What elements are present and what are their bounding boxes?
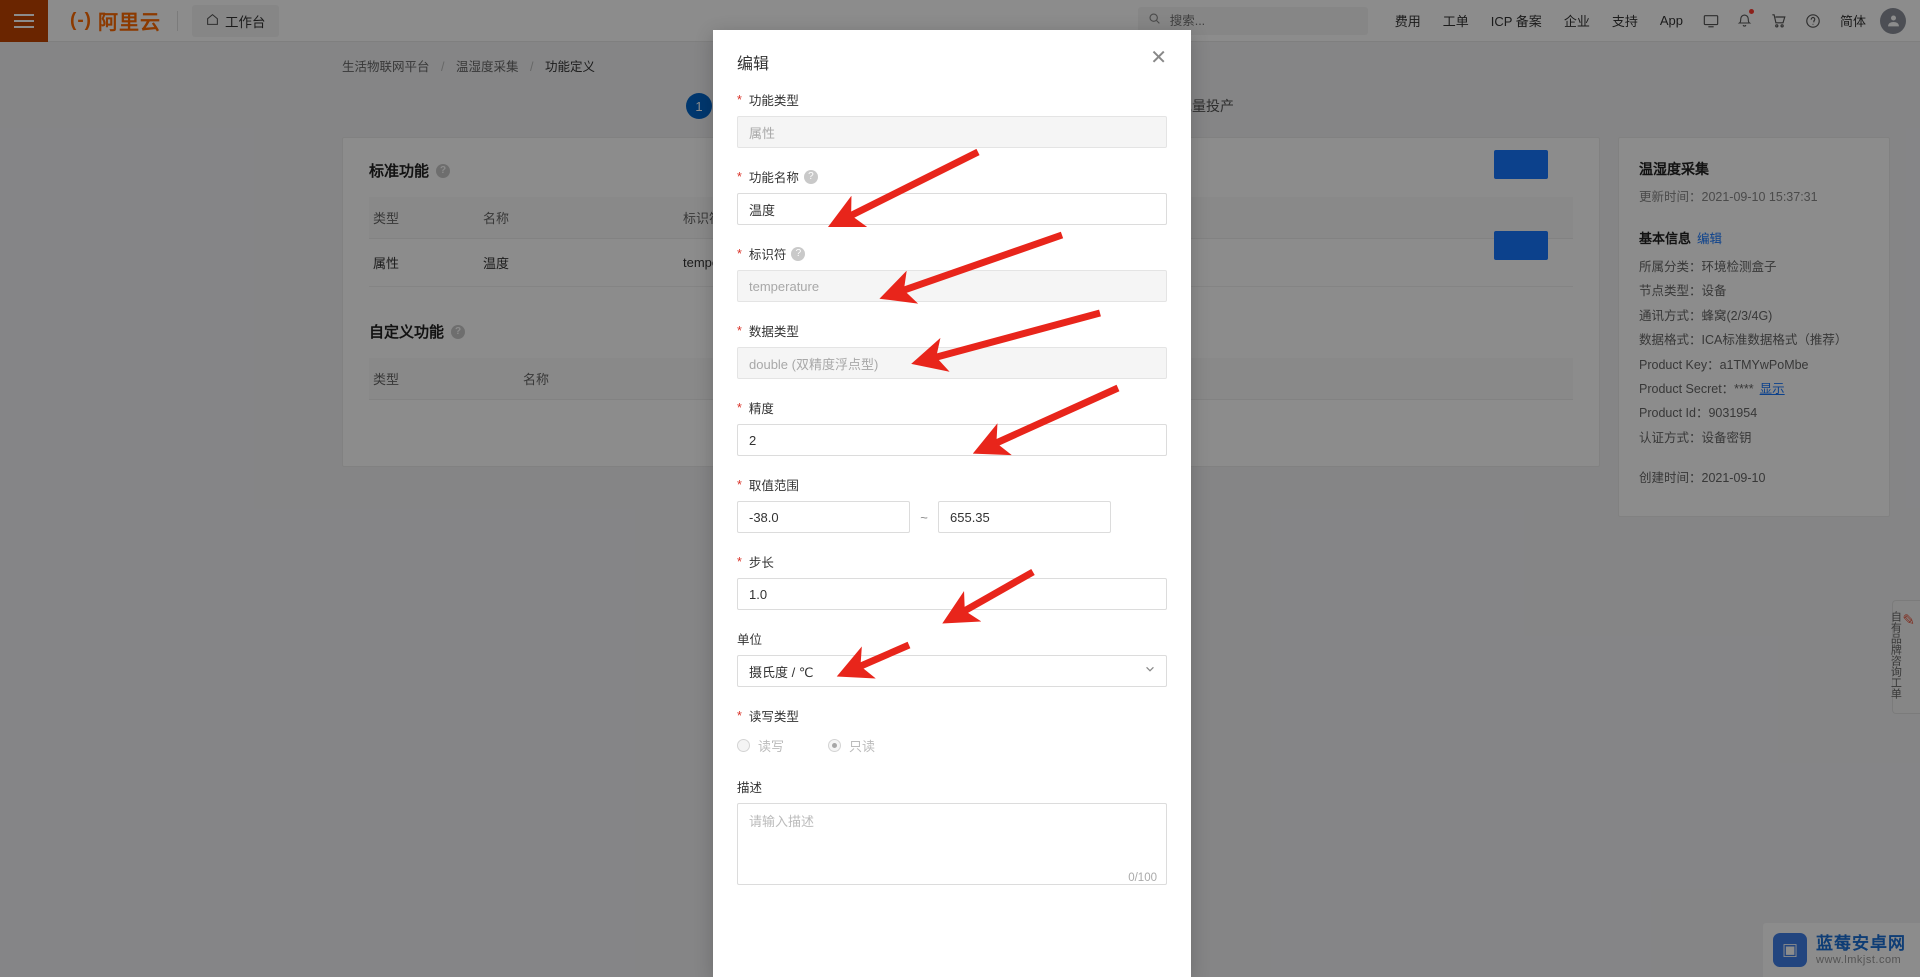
label-text: 数据类型 bbox=[748, 325, 799, 339]
label-function-type: * 功能类型 bbox=[737, 90, 1167, 109]
unit-select[interactable] bbox=[737, 655, 1167, 687]
required-marker: * bbox=[737, 92, 742, 107]
radio-label: 只读 bbox=[849, 739, 876, 754]
label-text: 单位 bbox=[737, 633, 763, 647]
label-precision: * 精度 bbox=[737, 398, 1167, 417]
field-group-read-write-type: * 读写类型 读写 只读 bbox=[737, 706, 1167, 755]
label-text: 取值范围 bbox=[748, 479, 799, 493]
field-group-value-range: * 取值范围 ~ bbox=[737, 475, 1167, 533]
dialog-title: 编辑 bbox=[737, 56, 770, 73]
label-value-range: * 取值范围 bbox=[737, 475, 1167, 494]
label-text: 读写类型 bbox=[748, 710, 799, 724]
label-text: 功能名称 bbox=[748, 171, 799, 185]
radio-indicator bbox=[828, 739, 842, 752]
label-data-type: * 数据类型 bbox=[737, 321, 1167, 340]
field-group-description: 描述 0/100 bbox=[737, 777, 1167, 890]
field-group-precision: * 精度 bbox=[737, 398, 1167, 456]
function-type-input bbox=[737, 116, 1167, 148]
required-marker: * bbox=[737, 400, 742, 415]
radio-read-only: 只读 bbox=[828, 736, 875, 755]
question-icon[interactable]: ? bbox=[791, 246, 806, 261]
radio-indicator bbox=[737, 739, 750, 752]
edit-function-dialog: 编辑 ✕ * 功能类型 * 功能名称 ? * 标识符 ? bbox=[713, 30, 1191, 977]
value-range-min-input[interactable] bbox=[737, 501, 910, 533]
label-text: 精度 bbox=[748, 402, 774, 416]
required-marker: * bbox=[737, 554, 742, 569]
description-wrapper: 0/100 bbox=[737, 803, 1167, 890]
data-type-input bbox=[737, 347, 1167, 379]
radio-label: 读写 bbox=[758, 739, 785, 754]
radio-read-write: 读写 bbox=[737, 736, 784, 755]
field-group-function-type: * 功能类型 bbox=[737, 90, 1167, 148]
range-separator: ~ bbox=[920, 509, 928, 525]
label-function-name: * 功能名称 ? bbox=[737, 167, 1167, 186]
required-marker: * bbox=[737, 708, 742, 723]
step-input[interactable] bbox=[737, 578, 1167, 610]
value-range-row: ~ bbox=[737, 501, 1167, 533]
label-description: 描述 bbox=[737, 777, 1167, 796]
field-group-step: * 步长 bbox=[737, 552, 1167, 610]
field-group-identifier: * 标识符 ? bbox=[737, 244, 1167, 302]
value-range-max-input[interactable] bbox=[938, 501, 1111, 533]
precision-input[interactable] bbox=[737, 424, 1167, 456]
field-group-unit: 单位 bbox=[737, 629, 1167, 687]
required-marker: * bbox=[737, 323, 742, 338]
required-marker: * bbox=[737, 246, 742, 261]
label-unit: 单位 bbox=[737, 629, 1167, 648]
label-text: 功能类型 bbox=[748, 94, 799, 108]
function-name-input[interactable] bbox=[737, 193, 1167, 225]
unit-select-wrapper[interactable] bbox=[737, 655, 1167, 687]
label-text: 步长 bbox=[748, 556, 774, 570]
question-icon[interactable]: ? bbox=[803, 169, 818, 184]
dialog-header: 编辑 ✕ bbox=[713, 30, 1191, 80]
label-read-write-type: * 读写类型 bbox=[737, 706, 1167, 725]
required-marker: * bbox=[737, 169, 742, 184]
required-marker: * bbox=[737, 477, 742, 492]
dialog-body: * 功能类型 * 功能名称 ? * 标识符 ? * 数据类型 bbox=[713, 80, 1191, 929]
close-icon[interactable]: ✕ bbox=[1150, 48, 1167, 68]
field-group-function-name: * 功能名称 ? bbox=[737, 167, 1167, 225]
label-text: 描述 bbox=[737, 781, 763, 795]
description-textarea[interactable] bbox=[737, 803, 1167, 885]
label-step: * 步长 bbox=[737, 552, 1167, 571]
label-identifier: * 标识符 ? bbox=[737, 244, 1167, 263]
identifier-input bbox=[737, 270, 1167, 302]
read-write-radio-group: 读写 只读 bbox=[737, 732, 1167, 755]
description-counter: 0/100 bbox=[1128, 872, 1157, 884]
field-group-data-type: * 数据类型 bbox=[737, 321, 1167, 379]
label-text: 标识符 bbox=[748, 248, 787, 262]
